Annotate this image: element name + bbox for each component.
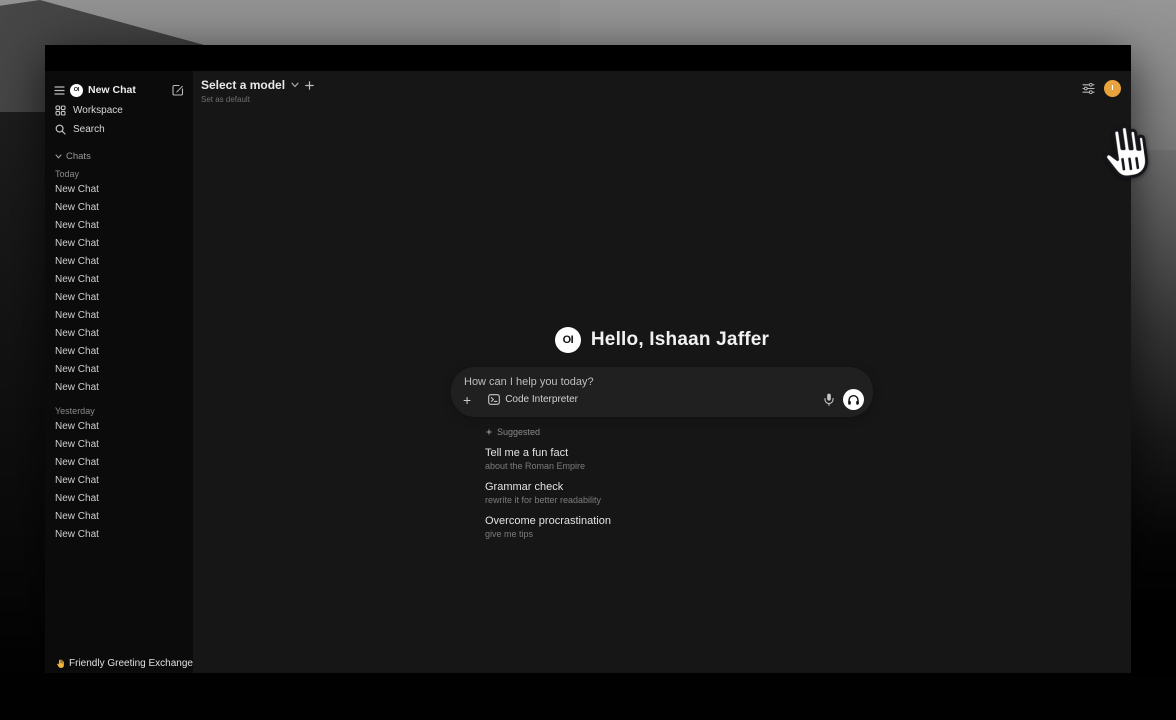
set-as-default-link[interactable]: Set as default bbox=[201, 95, 314, 104]
app-logo-large: OI bbox=[555, 327, 581, 353]
chat-list-item[interactable]: New Chat bbox=[45, 343, 193, 361]
chat-list-item[interactable]: New Chat bbox=[45, 289, 193, 307]
new-chat-icon[interactable] bbox=[172, 84, 184, 96]
user-avatar[interactable]: I bbox=[1104, 80, 1121, 97]
sparkle-icon bbox=[485, 428, 493, 437]
code-interpreter-icon bbox=[488, 394, 500, 405]
sidebar-toggle-icon[interactable] bbox=[54, 86, 65, 95]
chat-list-item[interactable]: New Chat bbox=[45, 418, 193, 436]
voice-call-button[interactable] bbox=[843, 389, 864, 410]
sidebar-item-label: Search bbox=[73, 124, 105, 135]
headphones-icon bbox=[847, 394, 860, 406]
chat-list-item[interactable]: New Chat bbox=[45, 379, 193, 397]
code-interpreter-label: Code Interpreter bbox=[505, 394, 578, 405]
main-header: Select a model Set as default I bbox=[193, 71, 1131, 117]
backdrop-left-strip bbox=[0, 112, 46, 720]
chat-list-item[interactable]: New Chat bbox=[45, 271, 193, 289]
model-selector-block: Select a model Set as default bbox=[201, 78, 314, 104]
chat-list-item[interactable]: New Chat bbox=[45, 472, 193, 490]
chevron-down-icon bbox=[55, 154, 62, 159]
wave-emoji bbox=[55, 659, 65, 669]
chat-list-item[interactable]: New Chat bbox=[45, 181, 193, 199]
grid-icon bbox=[55, 105, 66, 116]
sidebar-item-search[interactable]: Search bbox=[45, 120, 193, 139]
app-body: OI New Chat Workspace Search bbox=[45, 71, 1131, 673]
suggested-item-subtitle: about the Roman Empire bbox=[485, 461, 873, 471]
chat-list-item[interactable]: New Chat bbox=[45, 490, 193, 508]
chats-section-label: Chats bbox=[66, 151, 91, 162]
header-right-controls: I bbox=[1082, 80, 1121, 97]
code-interpreter-toggle[interactable]: Code Interpreter bbox=[488, 394, 578, 405]
suggested-item-subtitle: rewrite it for better readability bbox=[485, 495, 873, 505]
suggested-item-title: Overcome procrastination bbox=[485, 515, 873, 527]
controls-sliders-icon[interactable] bbox=[1082, 83, 1095, 94]
window-top-strip bbox=[45, 45, 1131, 71]
model-selector[interactable]: Select a model bbox=[201, 78, 314, 92]
sidebar: OI New Chat Workspace Search bbox=[45, 71, 193, 673]
message-input[interactable]: How can I help you today? + Code Interpr… bbox=[451, 367, 873, 417]
backdrop-bottom-strip bbox=[0, 676, 1176, 720]
chat-list-item[interactable]: New Chat bbox=[45, 253, 193, 271]
main-area: Select a model Set as default I bbox=[193, 71, 1131, 673]
chat-group-label: Yesterday bbox=[45, 406, 193, 416]
suggested-header: Suggested bbox=[485, 427, 873, 437]
chat-list-item[interactable]: New Chat bbox=[45, 307, 193, 325]
chat-list-item[interactable]: New Chat bbox=[45, 217, 193, 235]
chat-group-label: Today bbox=[45, 169, 193, 179]
suggested-item[interactable]: Grammar check rewrite it for better reada… bbox=[485, 481, 873, 505]
sidebar-title: New Chat bbox=[88, 84, 167, 96]
chat-list-item-label: Friendly Greeting Exchange bbox=[69, 658, 193, 669]
input-toolbar: + Code Interpreter bbox=[463, 389, 864, 410]
suggested-list: Tell me a fun fact about the Roman Empire… bbox=[485, 447, 873, 539]
chat-list-item-special[interactable]: Friendly Greeting Exchange bbox=[45, 654, 193, 673]
sidebar-item-label: Workspace bbox=[73, 105, 123, 116]
attach-plus-icon[interactable]: + bbox=[463, 393, 471, 407]
chat-list-item[interactable]: New Chat bbox=[45, 361, 193, 379]
suggested-item[interactable]: Overcome procrastination give me tips bbox=[485, 515, 873, 539]
microphone-icon[interactable] bbox=[824, 393, 834, 406]
chat-list-item[interactable]: New Chat bbox=[45, 325, 193, 343]
suggested-section: Suggested Tell me a fun fact about the Ro… bbox=[451, 427, 873, 539]
chat-list-item[interactable]: New Chat bbox=[45, 508, 193, 526]
model-selector-label: Select a model bbox=[201, 78, 285, 92]
suggested-item-title: Tell me a fun fact bbox=[485, 447, 873, 459]
add-model-icon[interactable] bbox=[305, 81, 314, 90]
chat-list-item[interactable]: New Chat bbox=[45, 436, 193, 454]
suggested-item-title: Grammar check bbox=[485, 481, 873, 493]
chevron-down-icon bbox=[291, 82, 299, 88]
greeting-text: Hello, Ishaan Jaffer bbox=[591, 329, 769, 351]
sidebar-item-workspace[interactable]: Workspace bbox=[45, 101, 193, 120]
suggested-item[interactable]: Tell me a fun fact about the Roman Empire bbox=[485, 447, 873, 471]
message-input-placeholder: How can I help you today? bbox=[464, 376, 594, 388]
app-window: OI New Chat Workspace Search bbox=[45, 45, 1131, 673]
suggested-label: Suggested bbox=[497, 427, 540, 437]
chat-list-item[interactable]: New Chat bbox=[45, 235, 193, 253]
chat-groups: TodayNew ChatNew ChatNew ChatNew ChatNew… bbox=[45, 162, 193, 654]
chat-list-item[interactable]: New Chat bbox=[45, 454, 193, 472]
chat-list-item[interactable]: New Chat bbox=[45, 526, 193, 544]
search-icon bbox=[55, 124, 66, 135]
suggested-item-subtitle: give me tips bbox=[485, 529, 873, 539]
app-logo: OI bbox=[70, 84, 83, 97]
chats-section-header[interactable]: Chats bbox=[55, 151, 183, 162]
greeting-row: OI Hello, Ishaan Jaffer bbox=[451, 327, 873, 353]
sidebar-header: OI New Chat bbox=[45, 79, 193, 101]
chat-list-item[interactable]: New Chat bbox=[45, 199, 193, 217]
center-column: OI Hello, Ishaan Jaffer How can I help y… bbox=[451, 327, 873, 539]
